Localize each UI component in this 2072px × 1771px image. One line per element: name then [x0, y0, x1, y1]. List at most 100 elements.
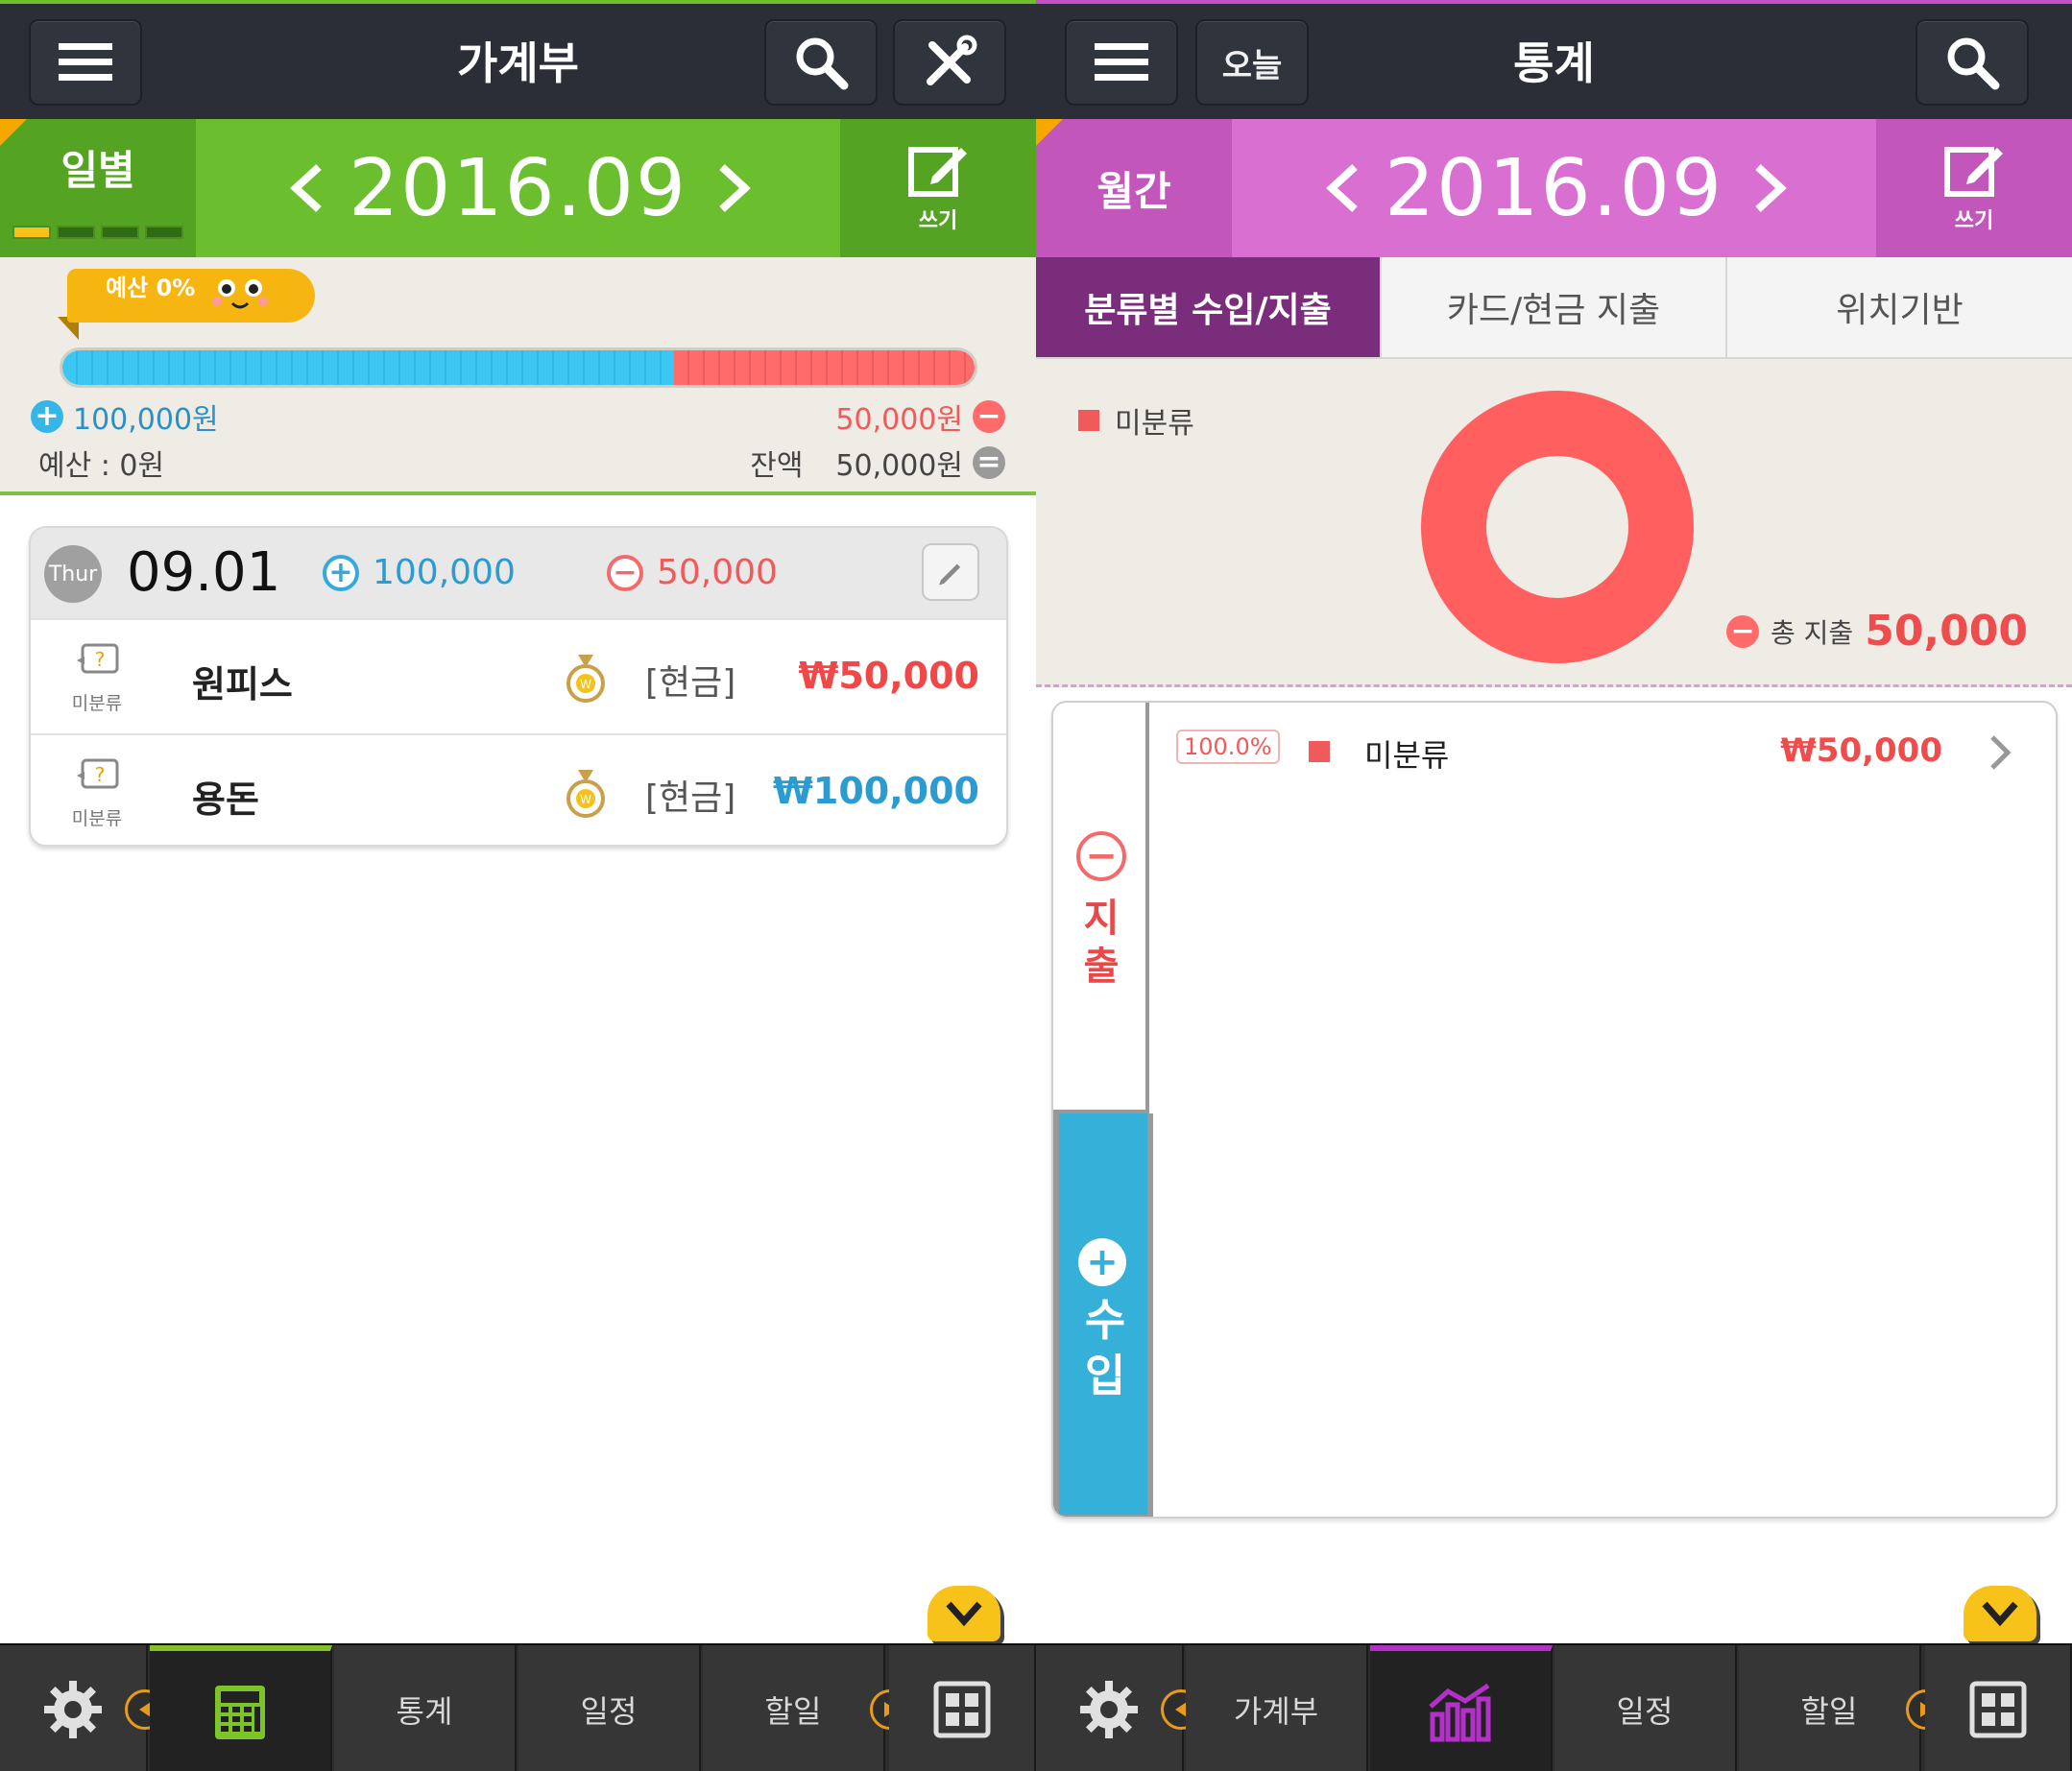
nav-schedule[interactable]: 일정 [1554, 1645, 1737, 1771]
minus-icon: − [1076, 831, 1126, 881]
edit-day-button[interactable] [922, 543, 979, 601]
next-month-button[interactable] [707, 161, 760, 215]
ledger-screen: 가계부 일별 2016.09 쓰기 예산 0% + 100,000원 50,00… [0, 0, 1036, 1771]
minus-icon: − [607, 554, 643, 591]
donut-chart[interactable] [1418, 388, 1697, 666]
income-side-label: 수입 [1084, 1294, 1126, 1401]
budget-progress-bar [60, 347, 977, 388]
minus-icon: − [973, 400, 1005, 433]
calculator-icon [215, 1685, 265, 1739]
edit-icon [908, 147, 967, 197]
money-bag-icon: W [566, 770, 605, 818]
budget-tag: 예산 0% [67, 269, 315, 323]
category-cell: ? 미분류 [54, 643, 140, 715]
menu-button[interactable] [1065, 19, 1178, 106]
search-button[interactable] [764, 19, 878, 106]
nav-todo[interactable]: 할일 [703, 1645, 885, 1771]
donut-slice[interactable] [1421, 391, 1694, 663]
transaction-row[interactable]: ? 미분류 원피스 W [현금] ₩50,000 [31, 618, 1006, 733]
chevron-down-icon [1982, 1601, 2018, 1627]
category-label: 미분류 [71, 693, 123, 714]
write-label: 쓰기 [1954, 209, 1994, 233]
today-button[interactable]: 오늘 [1195, 19, 1309, 106]
item-amount: ₩100,000 [773, 770, 979, 812]
tab-card-cash[interactable]: 카드/현금 지출 [1382, 257, 1727, 357]
nav-apps[interactable] [1925, 1645, 2072, 1771]
income-total: 100,000원 [73, 403, 219, 437]
nav-stats[interactable]: 통계 [334, 1645, 517, 1771]
next-month-button[interactable] [1743, 161, 1796, 215]
month-bar: 일별 2016.09 쓰기 [0, 119, 1036, 257]
search-icon [1947, 37, 2000, 90]
legend-label: 미분류 [1115, 407, 1194, 441]
search-button[interactable] [1915, 19, 2029, 106]
day-card: Thur 09.01 + 100,000 − 50,000 ? 미분류 원피스 … [29, 526, 1008, 847]
question-bubble-icon: ? [77, 758, 119, 789]
income-side-tab[interactable]: + 수입 [1053, 1113, 1153, 1517]
income-fill [62, 350, 674, 385]
stats-tabs: 분류별 수입/지출 카드/현금 지출 위치기반 [1036, 257, 2072, 359]
day-expense-amount: 50,000 [657, 553, 778, 592]
top-bar: 가계부 [0, 0, 1036, 119]
top-bar: 오늘 통계 [1036, 0, 2072, 119]
pencil-icon [939, 563, 961, 586]
chevron-right-icon [1990, 735, 2012, 770]
expense-side-tab[interactable]: − 지출 [1053, 703, 1149, 1113]
category-row[interactable]: 100.0% 미분류 ₩50,000 [1167, 722, 2056, 783]
day-income-amount: 100,000 [373, 553, 516, 592]
total-expense-amount: 50,000 [1865, 607, 2028, 656]
corner-marker [1036, 119, 1063, 146]
write-label: 쓰기 [918, 209, 958, 233]
item-name: 원피스 [192, 663, 293, 706]
day-date: 09.01 [127, 541, 281, 604]
menu-icon [59, 43, 112, 81]
menu-button[interactable] [29, 19, 142, 106]
nav-apps[interactable] [889, 1645, 1036, 1771]
collapse-nav-button[interactable] [1964, 1586, 2036, 1641]
nav-stats[interactable] [1370, 1645, 1553, 1771]
gear-icon [44, 1680, 102, 1738]
budget-panel: 예산 0% + 100,000원 50,000원 − 예산 : 0원 잔액 50… [0, 257, 1036, 495]
transaction-row[interactable]: ? 미분류 용돈 W [현금] ₩100,000 [31, 733, 1006, 845]
view-mode-indicator [12, 225, 183, 239]
minus-icon: − [1726, 614, 1760, 648]
weekday-badge: Thur [44, 545, 102, 603]
menu-icon [1095, 43, 1148, 81]
chevron-right-icon [1755, 164, 1787, 212]
income-total-row: + 100,000원 [31, 395, 219, 438]
category-list-card: − 지출 + 수입 100.0% 미분류 ₩50,000 [1051, 701, 2058, 1519]
smiley-face-icon [212, 279, 268, 309]
collapse-nav-button[interactable] [928, 1586, 1000, 1641]
budget-amount-row: 예산 : 0원 [38, 442, 164, 484]
expense-total: 50,000원 [835, 403, 963, 437]
tab-category[interactable]: 분류별 수입/지출 [1036, 257, 1382, 357]
page-title: 가계부 [457, 37, 579, 89]
nav-todo[interactable]: 할일 [1739, 1645, 1921, 1771]
view-mode-label: 일별 [60, 146, 135, 194]
chart-panel: 미분류 − 총 지출 50,000 [1036, 359, 2072, 687]
tab-location[interactable]: 위치기반 [1727, 257, 2072, 357]
settings-tools-button[interactable] [893, 19, 1006, 106]
day-income: + 100,000 [323, 553, 516, 592]
expense-side-label: 지출 [1083, 897, 1120, 989]
svg-text:W: W [580, 793, 591, 806]
gear-icon [1080, 1680, 1138, 1738]
today-label: 오늘 [1221, 46, 1283, 85]
bottom-nav: 통계 일정 할일 [0, 1643, 1036, 1771]
edit-icon [1944, 147, 2003, 197]
expense-total-row: 50,000원 − [835, 395, 1005, 438]
nav-schedule[interactable]: 일정 [518, 1645, 701, 1771]
total-expense-label: 총 지출 [1771, 616, 1854, 649]
write-button[interactable]: 쓰기 [1876, 119, 2072, 257]
period-mode-toggle[interactable]: 월간 [1036, 119, 1232, 257]
nav-ledger[interactable] [150, 1645, 332, 1771]
nav-ledger[interactable]: 가계부 [1186, 1645, 1368, 1771]
svg-text:?: ? [95, 648, 106, 671]
svg-text:W: W [580, 678, 591, 691]
chart-legend: 미분류 [1078, 399, 1194, 442]
bottom-nav: 가계부 일정 할일 [1036, 1643, 2072, 1771]
category-amount: ₩50,000 [1780, 731, 1942, 770]
view-mode-toggle[interactable]: 일별 [0, 119, 196, 257]
chevron-down-icon [946, 1601, 982, 1627]
write-button[interactable]: 쓰기 [840, 119, 1036, 257]
